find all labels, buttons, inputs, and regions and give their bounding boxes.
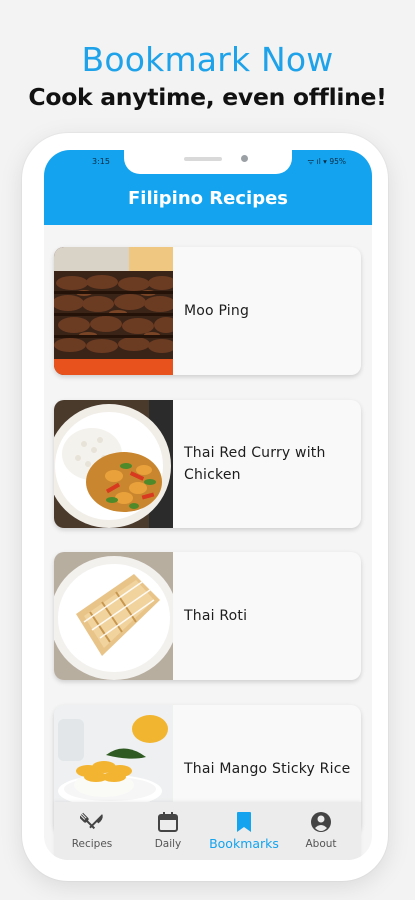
calendar-icon: [158, 812, 178, 832]
front-camera: [241, 155, 248, 162]
recipe-image-moo-ping: [54, 247, 173, 375]
nav-label: Daily: [154, 838, 182, 850]
recipe-image-thai-roti: [54, 552, 173, 680]
nav-label: Bookmarks: [209, 836, 279, 851]
recipe-title: Thai Red Curry with Chicken: [184, 445, 326, 483]
nav-label: Recipes: [71, 838, 113, 850]
promo-headline: Bookmark Now: [81, 40, 334, 79]
app-screen: 3:15 ᯤ ıl ▾ 95% Filipino Recipes Moo Pin…: [44, 150, 372, 860]
status-time: 3:15: [92, 157, 110, 166]
bottom-navigation: Recipes Daily Bookmarks About: [54, 802, 361, 860]
recipe-title: Moo Ping: [184, 303, 250, 319]
bookmark-icon: [237, 812, 251, 832]
fork-knife-icon: [80, 812, 103, 830]
status-icons: ᯤ ıl ▾ 95%: [307, 157, 346, 166]
speaker-grille: [184, 157, 222, 161]
nav-label: About: [305, 838, 337, 850]
app-title: Filipino Recipes: [127, 188, 289, 209]
recipe-title: Thai Roti: [184, 608, 248, 624]
nav-item-bookmarks[interactable]: Bookmarks: [206, 802, 282, 860]
app-bar: 3:15 ᯤ ıl ▾ 95% Filipino Recipes: [44, 150, 372, 225]
recipe-card-thai-roti[interactable]: Thai Roti: [54, 552, 361, 680]
recipe-image-thai-red-curry: [54, 400, 173, 528]
recipe-card-thai-red-curry[interactable]: Thai Red Curry with Chicken: [54, 400, 361, 528]
nav-item-about[interactable]: About: [283, 802, 359, 860]
account-icon: [311, 812, 331, 832]
camera-notch: [124, 150, 292, 174]
nav-item-recipes[interactable]: Recipes: [54, 802, 130, 860]
recipe-card-moo-ping[interactable]: Moo Ping: [54, 247, 361, 375]
promo-subline: Cook anytime, even offline!: [28, 83, 387, 111]
status-bar: 3:15 ᯤ ıl ▾ 95%: [44, 150, 372, 174]
nav-item-daily[interactable]: Daily: [130, 802, 206, 860]
